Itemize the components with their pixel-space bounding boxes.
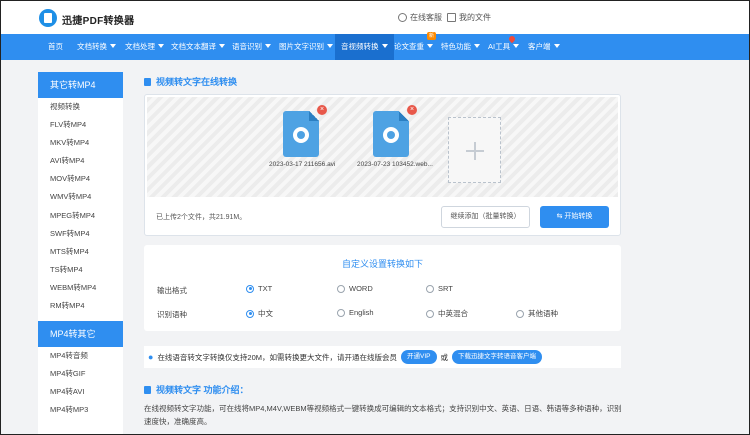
settings-title: 自定义设置转换如下 [341,259,423,269]
online-service-link[interactable]: 在线客服 [398,12,442,23]
upload-status: 已上传2个文件，共21.91M。 [156,214,247,221]
sidebar: 其它转MP4 视频转换 FLV转MP4 MKV转MP4 AVI转MP4 MOV转… [38,72,123,435]
language-label: 识别语种 [157,310,187,319]
headset-icon [398,13,407,22]
nav-doc-convert[interactable]: 文档转换 [77,34,116,60]
sidebar-item-wmv-mp4[interactable]: WMV转MP4 [38,188,123,206]
file-icon [144,385,151,394]
radio-lang-english[interactable]: English [337,308,374,317]
intro-text: 在线视频转文字功能，可在线将MP4,M4V,WEBM等视频格式一键转换成可编辑的… [144,404,622,426]
bullet-icon: ● [148,352,154,362]
size-notice: ● 在线语音转文字转换仅支持20M，如需转换更大文件，请开通在线版会员 开通VI… [144,346,621,368]
remove-file-icon[interactable]: × [407,105,417,115]
radio-format-word[interactable]: WORD [337,284,373,293]
radio-lang-mixed[interactable]: 中英混合 [426,308,468,319]
chevron-down-icon [553,44,560,48]
uploaded-file[interactable]: × [277,105,327,157]
chevron-down-icon [381,44,388,48]
chevron-down-icon [474,44,480,48]
notice-or: 或 [440,352,449,362]
video-file-icon [283,111,319,157]
sidebar-item-avi-mp4[interactable]: AVI转MP4 [38,152,123,170]
file-name: 2023-03-17 211656.avi [269,161,336,168]
sidebar-item-mts-mp4[interactable]: MTS转MP4 [38,243,123,261]
add-file-button[interactable] [448,117,501,183]
sidebar-item-mov-mp4[interactable]: MOV转MP4 [38,170,123,188]
file-icon [144,77,151,86]
sidebar-group-title: 其它转MP4 [38,72,123,98]
uploaded-file[interactable]: × [367,105,417,157]
radio-format-srt[interactable]: SRT [426,284,453,293]
file-drop-zone[interactable]: × 2023-03-17 211656.avi × 2023-07-23 103… [147,97,618,197]
nav-doc-translate[interactable]: 文档文本翻译 [171,34,225,60]
nav-client[interactable]: 客户端 [528,34,560,60]
sidebar-item-mp4-avi[interactable]: MP4转AVI [38,383,123,401]
nav-paper-check[interactable]: 论文查重 新 [394,32,436,60]
remove-file-icon[interactable]: × [317,105,327,115]
notice-text: 在线语音转文字转换仅支持20M，如需转换更大文件，请开通在线版会员 [157,352,398,362]
output-format-label: 输出格式 [157,286,187,295]
nav-av-convert[interactable]: 音视频转换 [335,34,394,60]
video-file-icon [373,111,409,157]
chevron-down-icon [219,44,225,48]
chevron-down-icon [513,44,520,48]
document-icon [447,13,456,22]
sidebar-item-video-convert[interactable]: 视频转换 [38,98,123,116]
sidebar-item-mp4-gif[interactable]: MP4转GIF [38,365,123,383]
upload-area: × 2023-03-17 211656.avi × 2023-07-23 103… [144,94,621,236]
chevron-down-icon [110,44,116,48]
start-convert-button[interactable]: ⇆ 开始转换 [540,206,609,228]
radio-lang-other[interactable]: 其他语种 [516,308,558,319]
nav-image-ocr[interactable]: 图片文字识别 [279,34,333,60]
nav-ai-tools[interactable]: AI工具 [488,34,520,60]
download-client-button[interactable]: 下载迅捷文字转语音客户端 [452,350,543,364]
logo-text[interactable]: 迅捷PDF转换器 [62,12,134,27]
open-vip-button[interactable]: 开通VIP [401,350,437,364]
chevron-down-icon [158,44,164,48]
file-name: 2023-07-23 103452.web... [357,161,433,168]
nav-doc-process[interactable]: 文档处理 [125,34,164,60]
top-header: 迅捷PDF转换器 在线客服 我的文件 [1,1,749,34]
new-badge: 新 [427,32,436,40]
settings-panel: 自定义设置转换如下 输出格式 TXT WORD SRT 识别语种 中文 Engl… [144,245,621,331]
logo-icon[interactable] [39,9,57,27]
main-nav: 首页 文档转换 文档处理 文档文本翻译 语音识别 图片文字识别 音视频转换 论文… [1,32,749,60]
continue-add-button[interactable]: 继续添加（批量转换） [441,206,530,228]
online-service-label: 在线客服 [410,13,442,22]
chevron-down-icon [427,44,433,48]
sidebar-item-mpeg-mp4[interactable]: MPEG转MP4 [38,207,123,225]
sidebar-item-webm-mp4[interactable]: WEBM转MP4 [38,279,123,297]
sidebar-item-rm-mp4[interactable]: RM转MP4 [38,297,123,315]
sidebar-item-ts-mp4[interactable]: TS转MP4 [38,261,123,279]
my-files-link[interactable]: 我的文件 [447,12,491,23]
sidebar-item-flv-mp4[interactable]: FLV转MP4 [38,116,123,134]
nav-home[interactable]: 首页 [48,34,63,60]
nav-speech-recognition[interactable]: 语音识别 [232,34,271,60]
chevron-down-icon [265,44,271,48]
sidebar-item-swf-mp4[interactable]: SWF转MP4 [38,225,123,243]
radio-lang-chinese[interactable]: 中文 [246,308,273,319]
my-files-label: 我的文件 [459,13,491,22]
chevron-down-icon [327,44,333,48]
sidebar-item-mp4-mp3[interactable]: MP4转MP3 [38,401,123,419]
intro-title: 视频转文字 功能介绍： [144,383,249,396]
nav-special-features[interactable]: 特色功能 [441,34,480,60]
page-title: 视频转文字在线转换 [144,75,237,88]
radio-format-txt[interactable]: TXT [246,284,272,293]
sidebar-item-mp4-audio[interactable]: MP4转音频 [38,347,123,365]
sidebar-group-title: MP4转其它 [38,321,123,348]
sidebar-item-mkv-mp4[interactable]: MKV转MP4 [38,134,123,152]
